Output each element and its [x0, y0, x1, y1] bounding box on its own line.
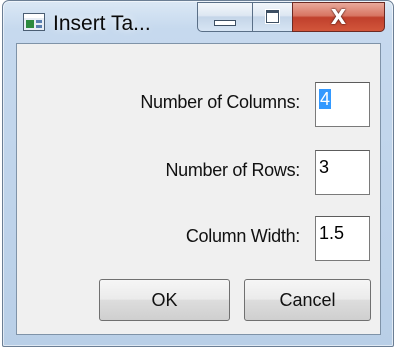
maximize-button[interactable] [252, 2, 293, 32]
close-button[interactable]: X [292, 2, 385, 32]
minimize-button[interactable] [197, 2, 253, 32]
rows-value: 3 [319, 157, 330, 177]
columns-input[interactable]: 4 [315, 82, 370, 127]
window-title: Insert Ta... [53, 12, 151, 35]
dialog-body: Number of Columns: 4 Number of Rows: 3 C… [16, 43, 381, 335]
width-row: Column Width: 1.5 [17, 216, 380, 261]
ok-button[interactable]: OK [99, 279, 230, 321]
close-icon: X [330, 5, 347, 29]
rows-input[interactable]: 3 [315, 150, 370, 195]
title-bar[interactable]: Insert Ta... X [3, 1, 393, 45]
insert-table-dialog: Insert Ta... X Number of Columns: 4 Numb… [2, 0, 394, 347]
table-app-icon[interactable] [23, 13, 45, 31]
columns-row: Number of Columns: 4 [17, 82, 380, 127]
rows-label: Number of Rows: [165, 160, 300, 180]
column-width-value: 1.5 [319, 223, 345, 243]
minimize-icon [214, 20, 236, 26]
column-width-label: Column Width: [185, 226, 300, 246]
columns-label: Number of Columns: [140, 92, 300, 112]
cancel-button[interactable]: Cancel [244, 279, 371, 321]
columns-value: 4 [319, 89, 332, 109]
rows-row: Number of Rows: 3 [17, 150, 380, 195]
maximize-icon [266, 10, 279, 23]
column-width-input[interactable]: 1.5 [315, 216, 370, 261]
